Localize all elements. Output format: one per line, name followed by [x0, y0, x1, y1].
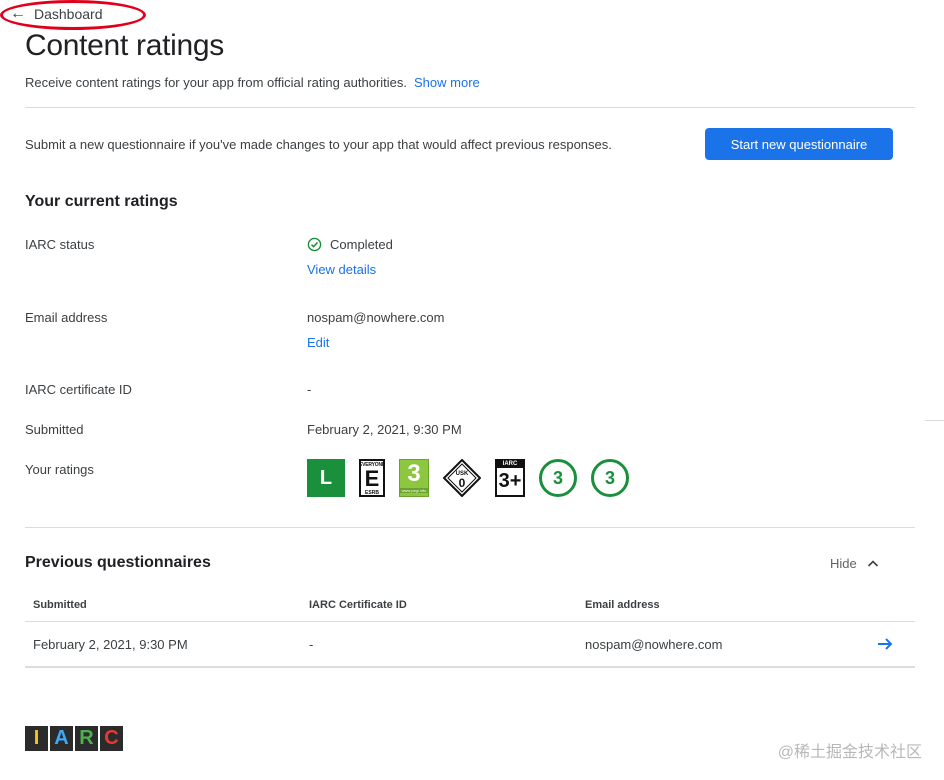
back-to-dashboard-link[interactable]: ← Dashboard: [10, 5, 103, 23]
table-header: Submitted IARC Certificate ID Email addr…: [25, 590, 915, 622]
questionnaire-hint: Submit a new questionnaire if you've mad…: [25, 137, 612, 152]
divider: [25, 107, 915, 108]
certificate-id-value: -: [307, 382, 312, 397]
iarc-status-label: IARC status: [25, 237, 95, 252]
previous-questionnaires-table: Submitted IARC Certificate ID Email addr…: [25, 590, 915, 667]
iarc-badge-top-label: IARC: [497, 461, 523, 468]
chevron-up-icon: [867, 559, 878, 567]
column-header-email: Email address: [585, 599, 660, 611]
pegi-rating-number: 3: [407, 460, 421, 487]
submitted-value: February 2, 2021, 9:30 PM: [307, 422, 462, 437]
hide-label: Hide: [830, 556, 857, 571]
previous-questionnaires-title: Previous questionnaires: [25, 554, 211, 571]
certificate-id-label: IARC certificate ID: [25, 382, 132, 397]
pegi-rating-badge: 3 www.pegi.info: [399, 459, 429, 497]
column-header-submitted: Submitted: [33, 599, 87, 611]
classind-rating-badge: L: [307, 459, 345, 497]
row-email: nospam@nowhere.com: [585, 637, 723, 652]
iarc-logo: I A R C: [25, 726, 123, 751]
show-more-link[interactable]: Show more: [414, 75, 480, 90]
iarc-logo-letter: C: [100, 726, 123, 751]
row-certificate-id: -: [309, 637, 314, 652]
column-header-certificate-id: IARC Certificate ID: [309, 599, 407, 611]
iarc-logo-letter: R: [75, 726, 98, 751]
start-new-questionnaire-button[interactable]: Start new questionnaire: [705, 128, 893, 160]
esrb-rating-letter: E: [364, 466, 380, 491]
submitted-label: Submitted: [25, 422, 84, 437]
iarc-rating-badge: IARC 3+: [495, 459, 525, 497]
iarc-status-value: Completed: [307, 237, 393, 252]
ratings-badges: L EVERYONE E ESRB 3 www.pegi.info USK 0 …: [307, 458, 629, 498]
current-ratings-title: Your current ratings: [25, 193, 178, 210]
page-intro: Receive content ratings for your app fro…: [25, 75, 480, 90]
back-link-label: Dashboard: [34, 6, 103, 22]
intro-text: Receive content ratings for your app fro…: [25, 75, 408, 90]
pegi-url: www.pegi.info: [400, 488, 428, 493]
usk-diamond-icon: USK 0: [442, 458, 482, 498]
iarc-logo-letter: A: [50, 726, 73, 751]
divider: [25, 667, 915, 668]
edge-divider: [925, 420, 944, 421]
view-details-link[interactable]: View details: [307, 262, 376, 277]
generic-rating-badge-1: 3: [539, 459, 577, 497]
arrow-right-icon[interactable]: [877, 637, 893, 651]
your-ratings-label: Your ratings: [25, 462, 94, 477]
usk-rating-number: 0: [459, 476, 466, 490]
arrow-left-icon: ←: [10, 5, 26, 22]
hide-previous-toggle[interactable]: Hide: [830, 556, 879, 571]
email-value: nospam@nowhere.com: [307, 310, 445, 325]
esrb-rating-badge: EVERYONE E ESRB: [359, 459, 385, 497]
iarc-logo-letter: I: [25, 726, 48, 751]
iarc-rating-value: 3+: [498, 470, 522, 492]
page-title: Content ratings: [25, 29, 224, 62]
divider: [25, 527, 915, 528]
check-circle-icon: [307, 237, 322, 252]
table-row[interactable]: February 2, 2021, 9:30 PM - nospam@nowhe…: [25, 622, 915, 667]
email-label: Email address: [25, 310, 108, 325]
iarc-status-text: Completed: [330, 237, 393, 252]
esrb-bottom-label: ESRB: [365, 490, 379, 496]
usk-rating-badge: USK 0: [442, 458, 482, 498]
watermark: @稀土掘金技术社区: [777, 744, 922, 761]
generic-rating-badge-2: 3: [591, 459, 629, 497]
row-submitted: February 2, 2021, 9:30 PM: [33, 637, 188, 652]
edit-email-link[interactable]: Edit: [307, 335, 329, 350]
